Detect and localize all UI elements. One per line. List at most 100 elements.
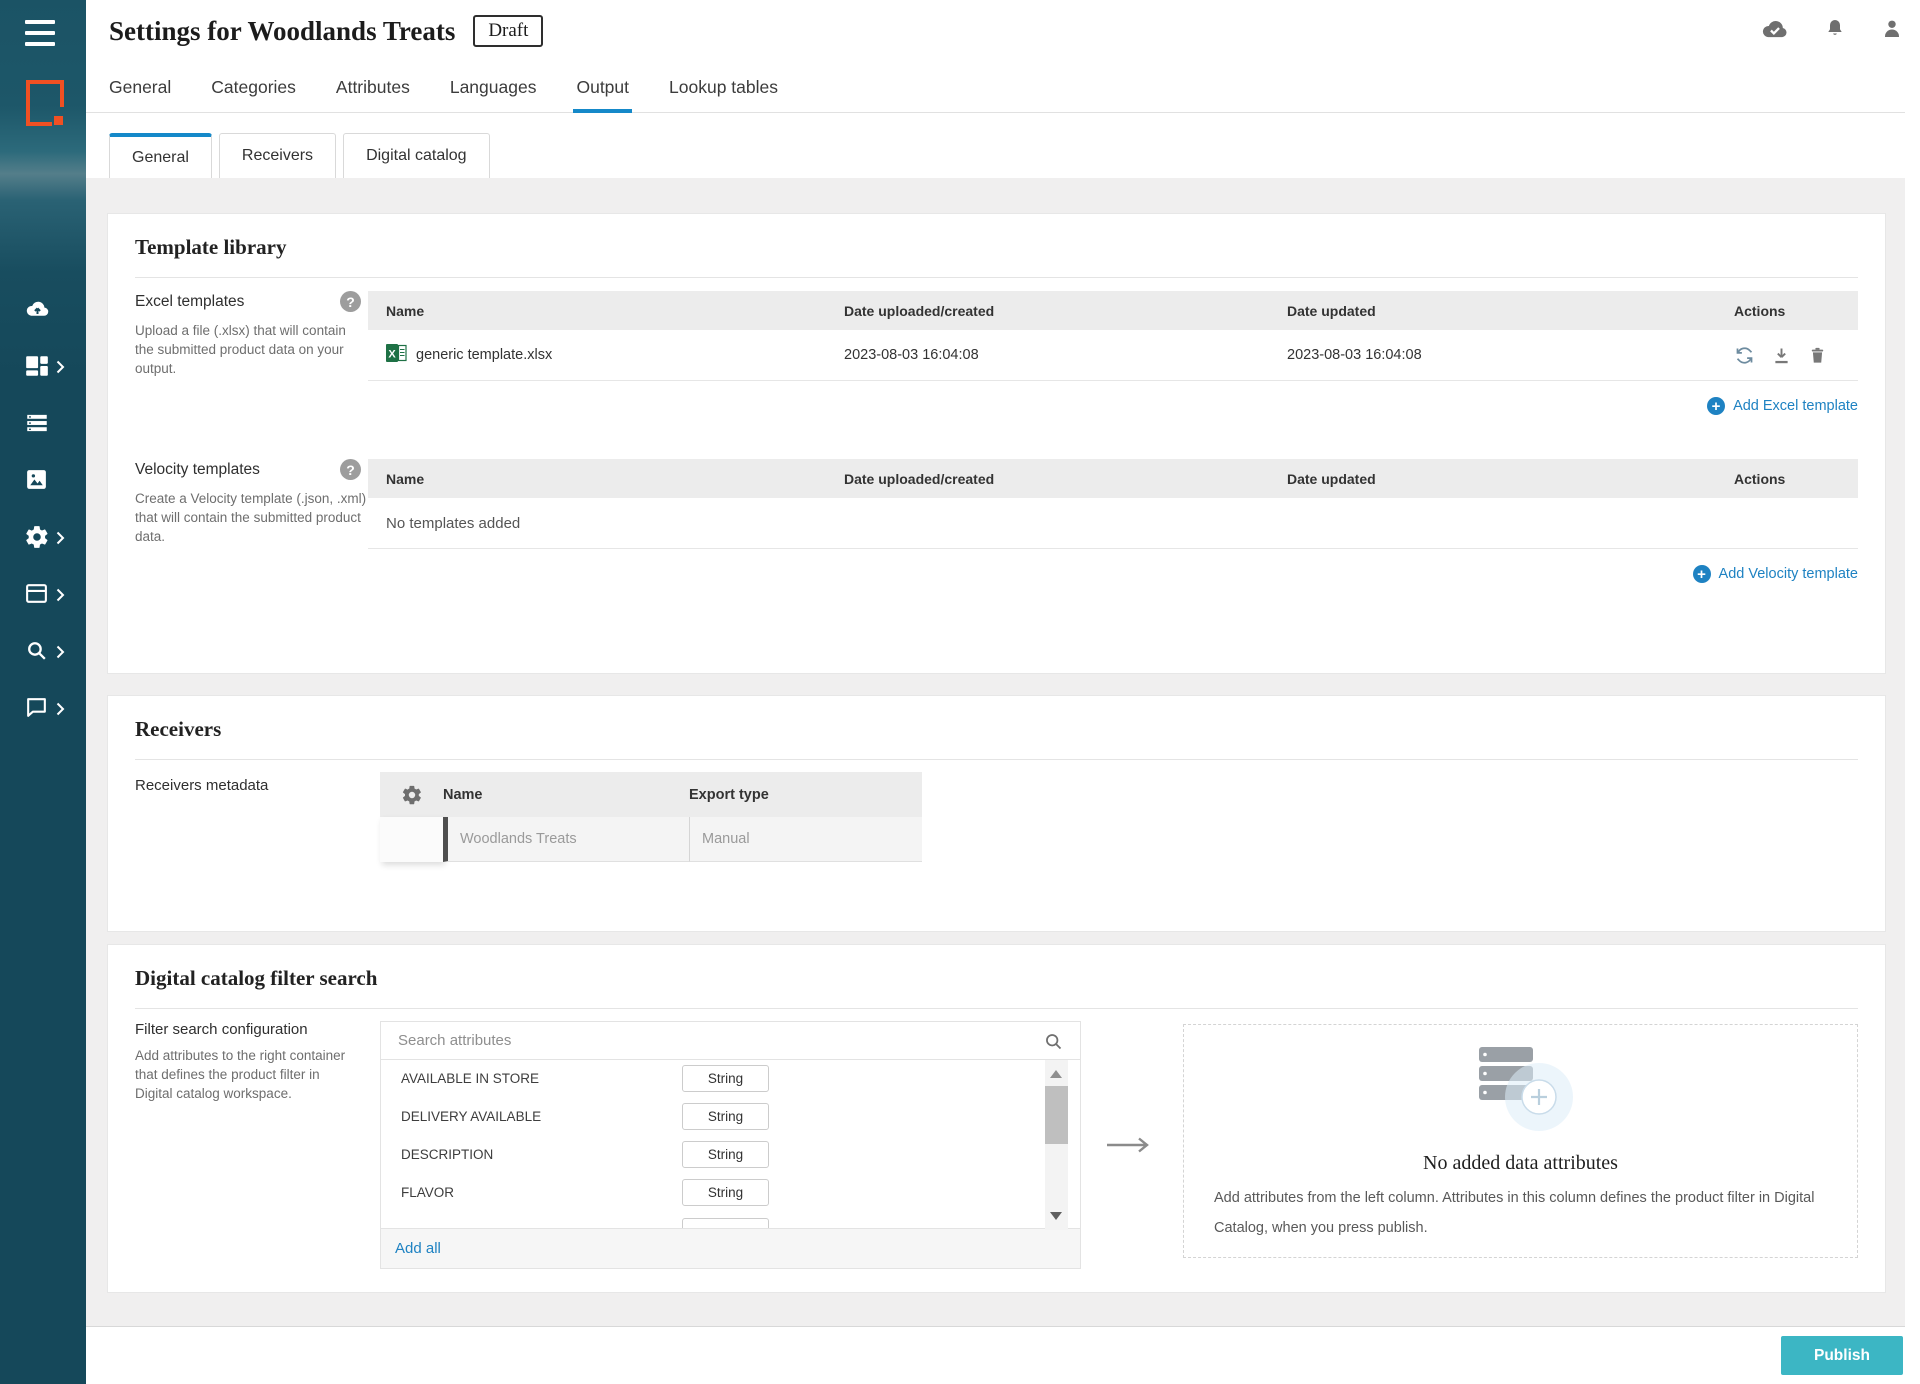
cloud-upload-icon	[24, 296, 51, 328]
excel-templates-label: Excel templates	[135, 293, 244, 311]
tab-languages[interactable]: Languages	[450, 62, 537, 112]
download-icon[interactable]	[1771, 345, 1792, 366]
sidebar-item-search[interactable]	[0, 634, 86, 668]
receivers-card: Receivers Receivers metadata Name Export…	[107, 695, 1886, 932]
excel-templates-section: Excel templates ? Upload a file (.xlsx) …	[135, 278, 1858, 429]
settings-gear-icon[interactable]	[380, 784, 443, 806]
modules-icon	[24, 353, 50, 384]
add-all-link[interactable]: Add all	[395, 1240, 441, 1257]
main-tab-bar: General Categories Attributes Languages …	[86, 62, 1920, 113]
attribute-type-button[interactable]: String	[682, 1141, 769, 1168]
add-velocity-template-button[interactable]: + Add Velocity template	[1693, 565, 1858, 583]
column-header-date-updated: Date updated	[1287, 471, 1734, 487]
sidebar-item-upload[interactable]	[0, 292, 86, 326]
attribute-type-button[interactable]: String	[682, 1103, 769, 1130]
attribute-row[interactable]: AVAILABLE IN STORE String	[381, 1060, 1080, 1098]
delete-trash-icon[interactable]	[1808, 345, 1827, 366]
attribute-type-button	[682, 1218, 769, 1229]
tab-categories[interactable]: Categories	[211, 62, 296, 112]
sub-tab-bar: General Receivers Digital catalog	[86, 133, 1920, 178]
receivers-table-header: Name Export type	[380, 772, 922, 817]
empty-data-icon	[1461, 1045, 1581, 1137]
chat-icon	[24, 695, 49, 725]
sidebar-item-planner[interactable]	[0, 577, 86, 611]
sidebar-item-list[interactable]	[0, 406, 86, 440]
excel-templates-info: Excel templates ? Upload a file (.xlsx) …	[135, 291, 368, 429]
cloud-check-icon[interactable]	[1760, 17, 1790, 46]
user-profile-icon[interactable]	[1880, 17, 1904, 46]
column-header-date-uploaded: Date uploaded/created	[844, 471, 1287, 487]
scroll-up-arrow-icon[interactable]	[1050, 1070, 1062, 1078]
tab-general[interactable]: General	[109, 62, 171, 112]
attribute-row-partial	[381, 1212, 1080, 1229]
attribute-row[interactable]: DELIVERY AVAILABLE String	[381, 1098, 1080, 1136]
velocity-templates-section: Velocity templates ? Create a Velocity t…	[135, 429, 1858, 597]
help-icon[interactable]: ?	[340, 459, 361, 480]
menu-icon[interactable]	[25, 20, 55, 46]
action-footer: Publish	[86, 1326, 1920, 1384]
sidebar-item-modules[interactable]	[0, 349, 86, 383]
chevron-right-icon	[56, 645, 65, 664]
receivers-metadata-label: Receivers metadata	[135, 772, 380, 862]
add-excel-template-button[interactable]: + Add Excel template	[1707, 397, 1858, 415]
sidebar-item-chat[interactable]	[0, 691, 86, 725]
subtab-digital-catalog[interactable]: Digital catalog	[343, 133, 490, 178]
velocity-empty-row: No templates added	[368, 498, 1858, 549]
column-header-name: Name	[443, 787, 689, 803]
attribute-list: AVAILABLE IN STORE String DELIVERY AVAIL…	[381, 1060, 1080, 1229]
subtab-general[interactable]: General	[109, 133, 212, 178]
attribute-type-button[interactable]: String	[682, 1179, 769, 1206]
chevron-right-icon	[56, 588, 65, 607]
attribute-row[interactable]: FLAVOR String	[381, 1174, 1080, 1212]
velocity-templates-label: Velocity templates	[135, 461, 260, 479]
notifications-bell-icon[interactable]	[1823, 17, 1847, 46]
chevron-right-icon	[56, 531, 65, 550]
receivers-table: Name Export type Woodlands Treats Manual	[380, 772, 922, 862]
velocity-templates-info: Velocity templates ? Create a Velocity t…	[135, 459, 368, 597]
section-title: Digital catalog filter search	[135, 945, 1858, 1008]
tab-lookup-tables[interactable]: Lookup tables	[669, 62, 778, 112]
column-header-actions: Actions	[1734, 303, 1858, 319]
plus-circle-icon: +	[1693, 565, 1711, 583]
replace-template-icon[interactable]	[1734, 345, 1755, 366]
list-scrollbar[interactable]	[1045, 1060, 1068, 1230]
excel-table-header: Name Date uploaded/created Date updated …	[368, 291, 1858, 330]
scrollbar-thumb[interactable]	[1045, 1086, 1068, 1144]
empty-state-title: No added data attributes	[1184, 1152, 1857, 1175]
excel-file-icon: X	[386, 343, 407, 367]
filter-search-description: Add attributes to the right container th…	[135, 1046, 350, 1103]
subtab-receivers[interactable]: Receivers	[219, 133, 336, 178]
attribute-name: AVAILABLE IN STORE	[401, 1071, 682, 1086]
scrollbar-gutter	[1905, 112, 1920, 1384]
attribute-list-footer: Add all	[381, 1228, 1080, 1268]
attribute-name: FLAVOR	[401, 1185, 682, 1200]
search-icon	[24, 638, 49, 668]
svg-text:X: X	[388, 349, 396, 361]
velocity-templates-description: Create a Velocity template (.json, .xml)…	[135, 489, 367, 546]
attribute-row[interactable]: DESCRIPTION String	[381, 1136, 1080, 1174]
search-icon[interactable]	[1043, 1031, 1064, 1057]
help-icon[interactable]: ?	[340, 291, 361, 312]
sidebar-nav	[0, 292, 86, 725]
section-title: Receivers	[135, 696, 1858, 759]
scroll-down-arrow-icon[interactable]	[1050, 1212, 1062, 1220]
attribute-type-button[interactable]: String	[682, 1065, 769, 1092]
sidebar-item-media[interactable]	[0, 463, 86, 497]
content-column: Settings for Woodlands Treats Draft Gene…	[86, 0, 1920, 1384]
sidebar-item-settings[interactable]	[0, 520, 86, 554]
tab-attributes[interactable]: Attributes	[336, 62, 410, 112]
search-attributes-input[interactable]	[381, 1032, 1080, 1049]
column-header-actions: Actions	[1734, 471, 1858, 487]
list-icon	[24, 410, 50, 441]
column-header-name: Name	[368, 471, 844, 487]
plus-circle-icon: +	[1707, 397, 1725, 415]
receiver-row[interactable]: Woodlands Treats Manual	[380, 817, 922, 862]
template-library-card: Template library Excel templates ? Uploa…	[107, 213, 1886, 674]
tab-output[interactable]: Output	[576, 62, 629, 112]
publish-button[interactable]: Publish	[1781, 1336, 1903, 1375]
template-file-name: generic template.xlsx	[416, 347, 552, 363]
filter-search-info: Filter search configuration Add attribut…	[135, 1021, 380, 1269]
excel-templates-description: Upload a file (.xlsx) that will contain …	[135, 321, 367, 378]
page-body: Template library Excel templates ? Uploa…	[86, 178, 1920, 1326]
attribute-search-row	[381, 1022, 1080, 1060]
